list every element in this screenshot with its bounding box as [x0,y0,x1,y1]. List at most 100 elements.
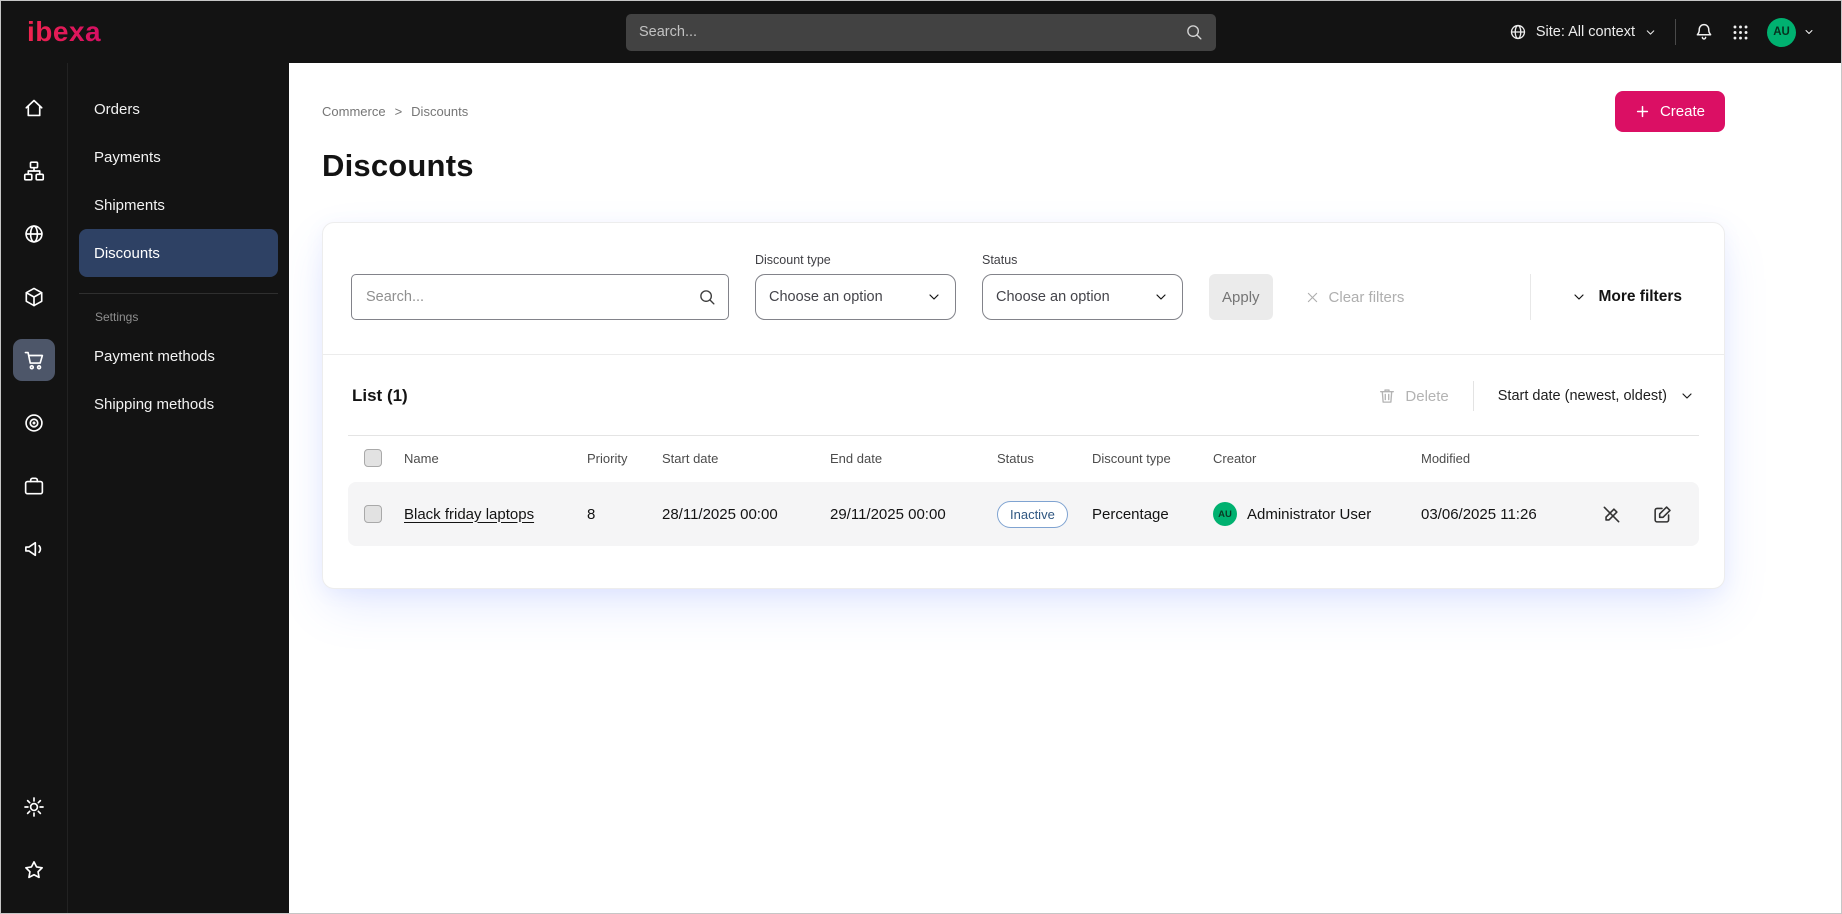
delete-label: Delete [1405,387,1449,405]
user-menu[interactable]: AU [1767,17,1815,47]
sidebar-item-product-catalog[interactable] [13,276,55,318]
create-button[interactable]: Create [1614,91,1725,132]
site-context-label: Site: All context [1535,24,1635,40]
menu-item-discounts[interactable]: Discounts [79,229,278,277]
menu-item-label: Orders [94,100,140,118]
sidebar-item-admin[interactable] [13,786,55,828]
notifications-bell-icon[interactable] [1694,22,1714,42]
sidebar-item-site[interactable] [13,213,55,255]
breadcrumb: Commerce > Discounts [322,104,468,119]
breadcrumb-commerce[interactable]: Commerce [322,104,386,119]
sort-dropdown[interactable]: Start date (newest, oldest) [1498,388,1695,404]
list-header-divider [1472,381,1474,411]
search-icon[interactable] [1185,23,1203,41]
list-section: List (1) Delete Start date (newest, olde… [323,355,1724,588]
table-row: Black friday laptops 8 28/11/2025 00:00 … [348,482,1699,546]
briefcase-icon [23,475,45,497]
discount-priority: 8 [587,505,596,523]
sidebar-item-commerce[interactable] [13,339,55,381]
sidebar-item-content[interactable] [13,150,55,192]
main-content: Commerce > Discounts Create Discounts Se… [289,63,1841,913]
topbar: ibexa Site: All context [1,1,1841,63]
column-header-priority: Priority [587,450,628,466]
commerce-menu: Orders Payments Shipments Discounts Sett… [67,63,289,913]
row-checkbox[interactable] [364,505,382,523]
filter-discount-type: Discount type Choose an option [755,253,956,320]
column-header-start-date: Start date [662,450,719,466]
menu-item-orders[interactable]: Orders [79,85,278,133]
chevron-down-icon [1679,388,1695,404]
filter-search-input[interactable] [351,274,729,320]
globe-icon [23,223,45,245]
creator-cell: AU Administrator User [1213,502,1421,526]
product-catalog-icon [23,286,45,308]
commerce-cart-icon [23,349,45,371]
icon-sidebar [1,63,67,913]
column-header-name: Name [404,450,439,466]
sidebar-item-personalization[interactable] [13,402,55,444]
column-header-discount-type: Discount type [1092,450,1171,466]
status-badge: Inactive [997,500,1068,528]
discount-end-date: 29/11/2025 00:00 [830,505,946,523]
status-select[interactable]: Choose an option [982,274,1183,320]
discount-type-value: Choose an option [769,289,883,305]
menu-item-label: Shipments [94,196,165,214]
deactivate-icon[interactable] [1601,504,1622,525]
menu-item-label: Payments [94,148,161,166]
creator-avatar: AU [1213,502,1237,526]
sidebar-item-marketing[interactable] [13,528,55,570]
filter-search [351,274,729,320]
global-search[interactable] [626,13,1216,51]
clear-filters-button[interactable]: Clear filters [1305,274,1405,320]
table-header: Name Priority Start date End date Status… [348,435,1699,482]
column-header-creator: Creator [1213,450,1257,466]
menu-item-shipments[interactable]: Shipments [79,181,278,229]
clear-filters-label: Clear filters [1328,288,1405,306]
megaphone-icon [23,538,45,560]
delete-button[interactable]: Delete [1378,387,1449,405]
list-title: List (1) [352,386,408,405]
discount-start-date: 28/11/2025 00:00 [662,505,778,523]
menu-item-label: Shipping methods [94,395,215,413]
menu-item-label: Payment methods [94,347,215,365]
row-actions [1595,504,1699,525]
chevron-down-icon [1571,289,1587,305]
column-header-status: Status [997,450,1034,466]
creator-name: Administrator User [1247,505,1372,523]
discount-name-link[interactable]: Black friday laptops [404,506,534,523]
more-filters-button[interactable]: More filters [1571,274,1682,320]
ibexa-logo[interactable]: ibexa [27,16,101,48]
status-value: Choose an option [996,289,1110,305]
breadcrumb-separator: > [394,104,403,119]
menu-item-label: Discounts [94,244,160,262]
home-icon [23,97,45,119]
create-button-label: Create [1659,103,1705,120]
topbar-right: Site: All context AU [1509,17,1815,47]
content-tree-icon [23,160,45,182]
menu-item-payment-methods[interactable]: Payment methods [79,332,278,380]
discount-type-value: Percentage [1092,505,1169,523]
global-search-input[interactable] [639,24,1185,40]
menu-item-shipping-methods[interactable]: Shipping methods [79,380,278,428]
apply-button[interactable]: Apply [1209,274,1273,320]
app-window: ibexa Site: All context [0,0,1842,914]
star-icon [23,859,45,881]
gear-icon [23,796,45,818]
chevron-down-icon [1644,26,1657,39]
menu-item-payments[interactable]: Payments [79,133,278,181]
edit-icon[interactable] [1652,504,1673,525]
column-header-modified: Modified [1421,450,1471,466]
globe-icon [1509,23,1527,41]
site-context-selector[interactable]: Site: All context [1509,23,1657,41]
discounts-table: Name Priority Start date End date Status… [348,435,1699,546]
sidebar-item-bookmarks[interactable] [13,849,55,891]
breadcrumb-discounts[interactable]: Discounts [411,104,468,119]
discount-type-select[interactable]: Choose an option [755,274,956,320]
apps-grid-icon[interactable] [1732,24,1749,41]
select-all-checkbox[interactable] [364,449,382,467]
search-icon[interactable] [698,288,716,306]
sidebar-item-dashboard[interactable] [13,87,55,129]
user-avatar: AU [1767,17,1796,47]
filters-bar: Discount type Choose an option Status Ch… [323,223,1724,355]
sidebar-item-corporate[interactable] [13,465,55,507]
